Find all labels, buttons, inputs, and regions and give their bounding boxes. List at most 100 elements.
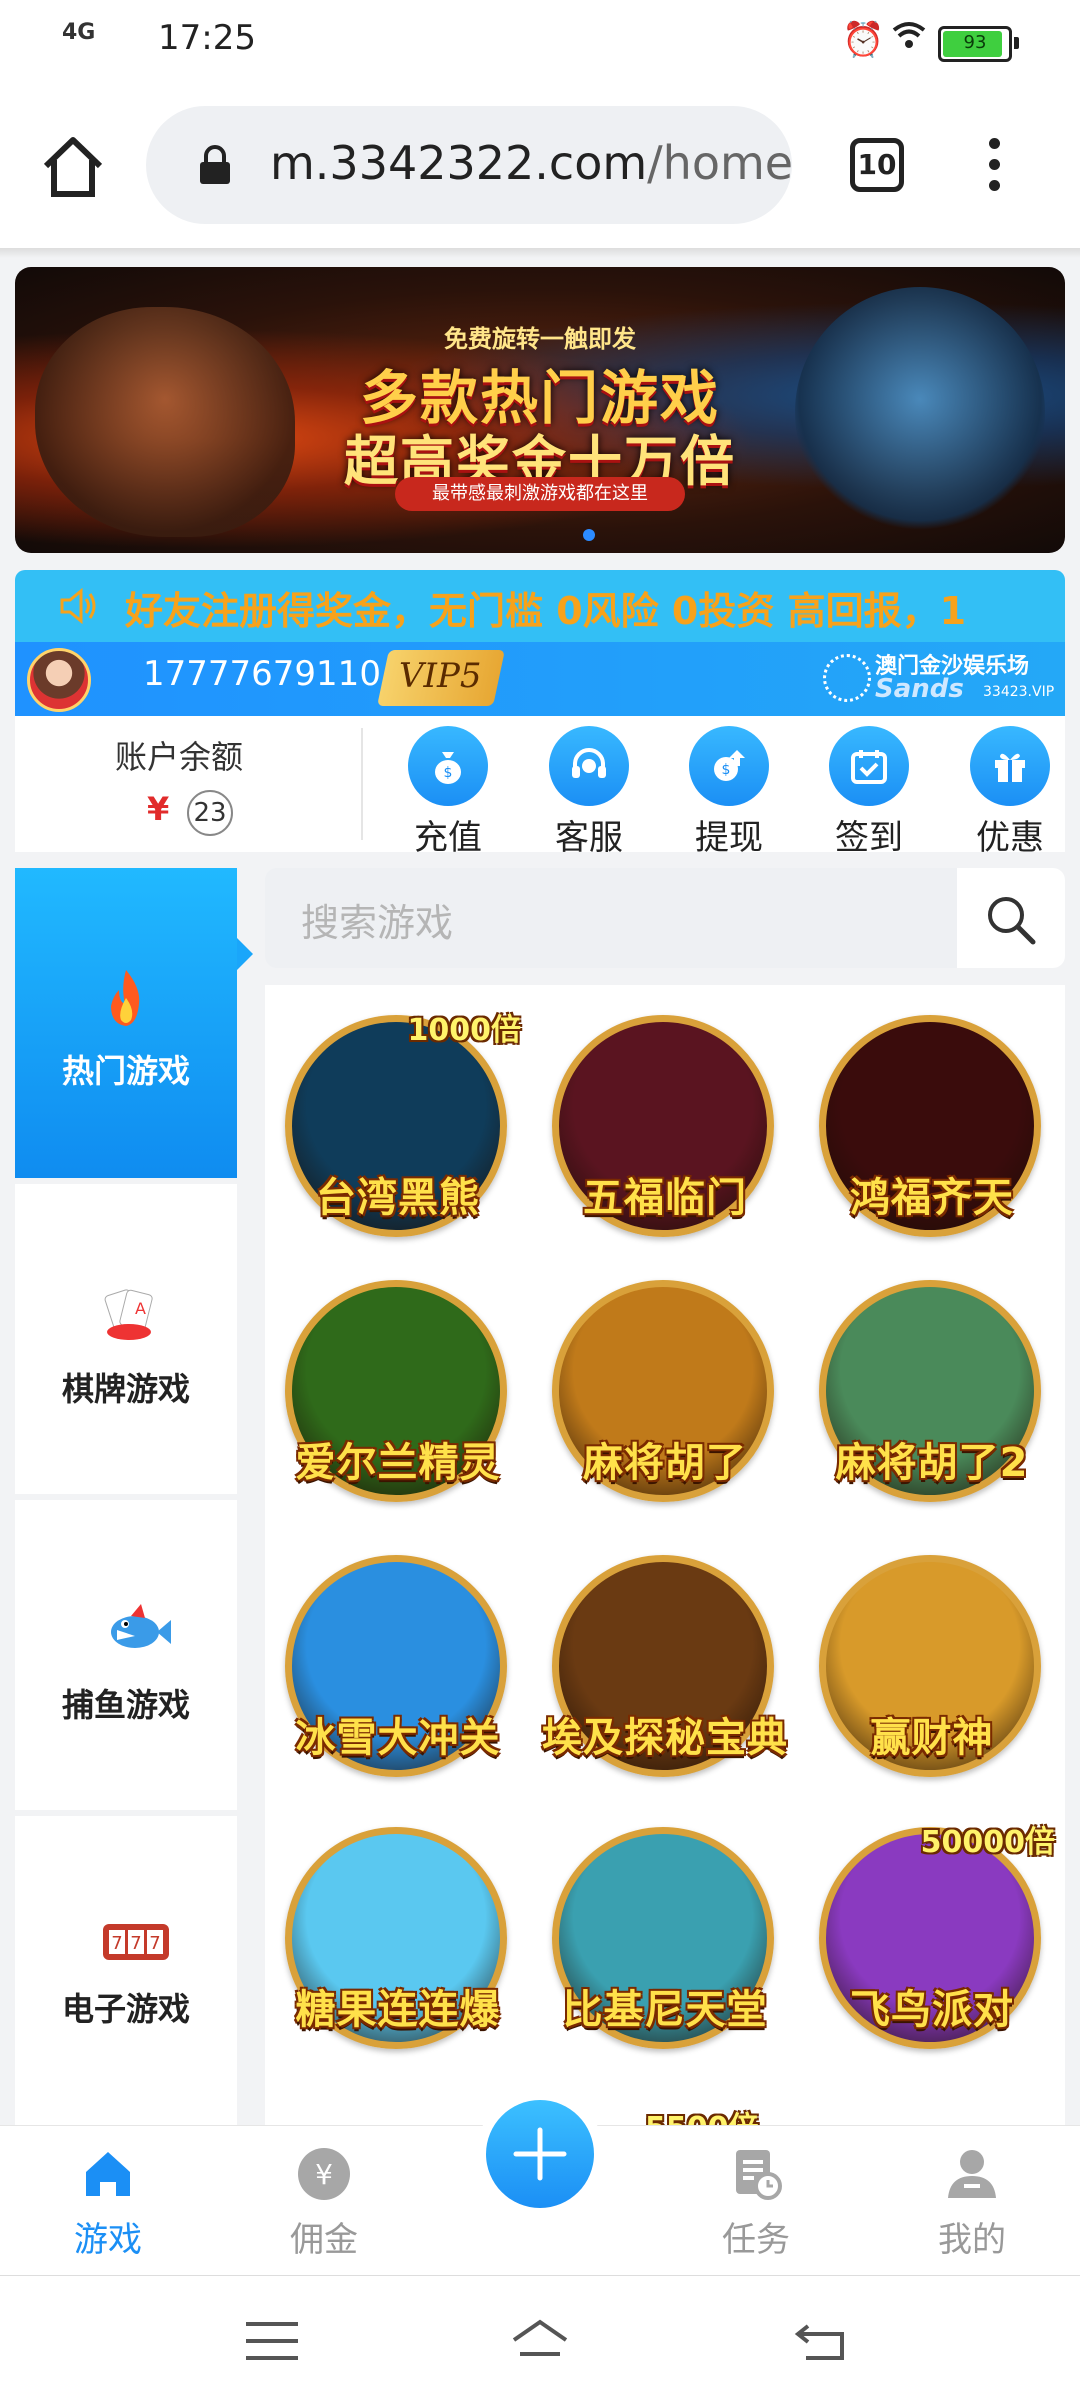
game-name: 爱尔兰精灵 bbox=[295, 1440, 501, 1486]
alarm-icon: ⏰ bbox=[842, 20, 885, 60]
network-indicator: 4G bbox=[62, 20, 96, 45]
money-bag-icon: $ bbox=[435, 752, 461, 784]
menu-icon[interactable] bbox=[242, 2316, 302, 2366]
promo-banner[interactable]: 免费旋转一触即发 多款热门游戏 超高奖金十万倍 最带感最刺激游戏都在这里 bbox=[15, 267, 1065, 553]
svg-text:7: 7 bbox=[149, 1933, 160, 1954]
withdraw-label: 提现 bbox=[695, 818, 763, 858]
balance-value[interactable]: 23 bbox=[187, 790, 233, 836]
search-input[interactable]: 搜索游戏 bbox=[301, 892, 453, 947]
game-tile[interactable]: 比基尼天堂 bbox=[552, 1827, 778, 2057]
status-bar: 4G 17:25 ⏰ 93 bbox=[0, 0, 1080, 80]
address-bar[interactable]: m.3342322.com/home bbox=[146, 106, 794, 224]
svg-text:7: 7 bbox=[130, 1933, 141, 1954]
game-tile[interactable]: 糖果连连爆 bbox=[285, 1827, 511, 2057]
game-name: 比基尼天堂 bbox=[562, 1987, 768, 2033]
gift-icon bbox=[995, 753, 1025, 782]
banner-pill: 最带感最刺激游戏都在这里 bbox=[395, 477, 685, 511]
category-hot-games[interactable]: 热门游戏 bbox=[15, 868, 253, 1178]
svg-text:7: 7 bbox=[111, 1933, 122, 1954]
currency-symbol: ¥ bbox=[147, 790, 170, 828]
game-name: 赢财神 bbox=[870, 1715, 994, 1761]
divider bbox=[361, 728, 363, 840]
tab-tasks[interactable]: 任务 bbox=[686, 2146, 826, 2266]
svg-text:$: $ bbox=[722, 762, 731, 778]
withdraw-icon: $ bbox=[714, 750, 745, 781]
category-label: 棋牌游戏 bbox=[61, 1370, 190, 1408]
user-bar: 17777679110 VIP5 澳门金沙娱乐场 Sands 33423.VIP bbox=[15, 642, 1065, 716]
fire-icon bbox=[101, 968, 151, 1028]
user-icon bbox=[948, 2150, 996, 2198]
svg-text:¥: ¥ bbox=[315, 2158, 333, 2191]
sands-logo-icon bbox=[823, 654, 871, 702]
category-slot-games[interactable]: 777 电子游戏 bbox=[15, 1816, 237, 2126]
game-tile[interactable]: 台湾黑熊 1000倍 bbox=[285, 1013, 521, 1245]
game-name: 鸿福齐天 bbox=[850, 1175, 1014, 1221]
speaker-icon bbox=[59, 587, 99, 625]
multiplier-badge: 50000倍 bbox=[920, 1825, 1055, 1860]
search-button[interactable] bbox=[957, 868, 1065, 968]
game-name: 糖果连连爆 bbox=[295, 1987, 501, 2033]
tab-games[interactable]: 游戏 bbox=[38, 2146, 178, 2266]
game-tile[interactable]: 埃及探秘宝典 bbox=[542, 1555, 787, 1785]
checkin-button[interactable]: 签到 bbox=[809, 722, 929, 858]
game-tile[interactable]: 麻将胡了 bbox=[552, 1280, 778, 1510]
category-label: 捕鱼游戏 bbox=[61, 1686, 190, 1724]
toolbar-shadow bbox=[0, 248, 1080, 258]
yen-coin-icon: ¥ bbox=[298, 2148, 350, 2200]
multiplier-badge: 1000倍 bbox=[407, 1013, 522, 1048]
notice-text: 好友注册得奖金，无门槛 0风险 0投资 高回报，1 bbox=[125, 589, 967, 633]
game-name: 麻将胡了2 bbox=[835, 1440, 1029, 1486]
category-card-games[interactable]: A 棋牌游戏 bbox=[15, 1184, 237, 1494]
task-icon bbox=[736, 2150, 782, 2200]
category-label: 电子游戏 bbox=[61, 1990, 190, 2028]
carousel-dot[interactable] bbox=[583, 529, 595, 541]
lock-icon bbox=[198, 144, 232, 186]
tab-label: 我的 bbox=[938, 2220, 1006, 2260]
game-tile[interactable]: 冰雪大冲关 bbox=[285, 1555, 511, 1785]
back-icon[interactable] bbox=[790, 2316, 850, 2366]
vip-level: VIP5 bbox=[399, 656, 482, 696]
customer-service-button[interactable]: 客服 bbox=[529, 722, 649, 858]
category-label: 热门游戏 bbox=[61, 1052, 190, 1090]
account-actions-panel: 账户余额 ¥ 23 $ 充值 客服 $ 提现 签到 优惠 bbox=[15, 716, 1065, 858]
tab-profile[interactable]: 我的 bbox=[902, 2146, 1042, 2266]
svg-text:A: A bbox=[135, 1299, 146, 1318]
game-grid: 台湾黑熊 1000倍 五福临门 鸿福齐天 爱尔兰精灵 麻将胡了 麻将胡了2 冰雪大… bbox=[265, 985, 1065, 2146]
system-home-icon[interactable] bbox=[510, 2316, 570, 2366]
customer-service-label: 客服 bbox=[555, 818, 623, 858]
brand-name-en: Sands bbox=[875, 674, 964, 704]
game-name: 台湾黑熊 bbox=[316, 1175, 480, 1221]
promotion-button[interactable]: 优惠 bbox=[950, 722, 1070, 858]
game-name: 冰雪大冲关 bbox=[295, 1715, 501, 1761]
browser-home-icon[interactable] bbox=[38, 132, 108, 202]
balance-label: 账户余额 bbox=[115, 738, 244, 776]
tab-switcher-button[interactable]: 10 bbox=[850, 138, 904, 192]
game-tile[interactable]: 鸿福齐天 bbox=[819, 1015, 1045, 1245]
url-text: m.3342322.com/home bbox=[270, 136, 794, 190]
category-fishing-games[interactable]: 捕鱼游戏 bbox=[15, 1500, 237, 1810]
game-name: 五福临门 bbox=[583, 1175, 747, 1221]
game-tile[interactable]: 赢财神 bbox=[819, 1555, 1045, 1785]
add-button[interactable] bbox=[486, 2100, 594, 2208]
tab-label: 任务 bbox=[722, 2220, 790, 2260]
recharge-button[interactable]: $ 充值 bbox=[388, 722, 508, 858]
more-menu-icon[interactable] bbox=[984, 138, 1004, 198]
cards-icon: A bbox=[101, 1284, 153, 1344]
game-tile[interactable]: 飞鸟派对 50000倍 bbox=[819, 1825, 1055, 2057]
avatar[interactable] bbox=[27, 648, 91, 712]
calendar-check-icon bbox=[851, 750, 887, 784]
search-icon bbox=[988, 897, 1036, 945]
game-tile[interactable]: 五福临门 bbox=[552, 1015, 778, 1245]
category-sidebar: 热门游戏 A 棋牌游戏 捕鱼游戏 777 电子游戏 bbox=[15, 868, 253, 2126]
game-name: 埃及探秘宝典 bbox=[542, 1715, 788, 1761]
game-tile[interactable]: 麻将胡了2 bbox=[819, 1280, 1045, 1510]
game-tile[interactable]: 爱尔兰精灵 bbox=[285, 1280, 511, 1510]
tab-label: 佣金 bbox=[290, 2220, 358, 2260]
withdraw-button[interactable]: $ 提现 bbox=[669, 722, 789, 858]
banner-small-text: 免费旋转一触即发 bbox=[444, 325, 636, 353]
brand-url: 33423.VIP bbox=[983, 684, 1055, 700]
checkin-label: 签到 bbox=[835, 818, 903, 858]
tab-commission[interactable]: ¥ 佣金 bbox=[254, 2146, 394, 2266]
fish-icon bbox=[101, 1600, 171, 1660]
promotion-label: 优惠 bbox=[976, 818, 1044, 858]
